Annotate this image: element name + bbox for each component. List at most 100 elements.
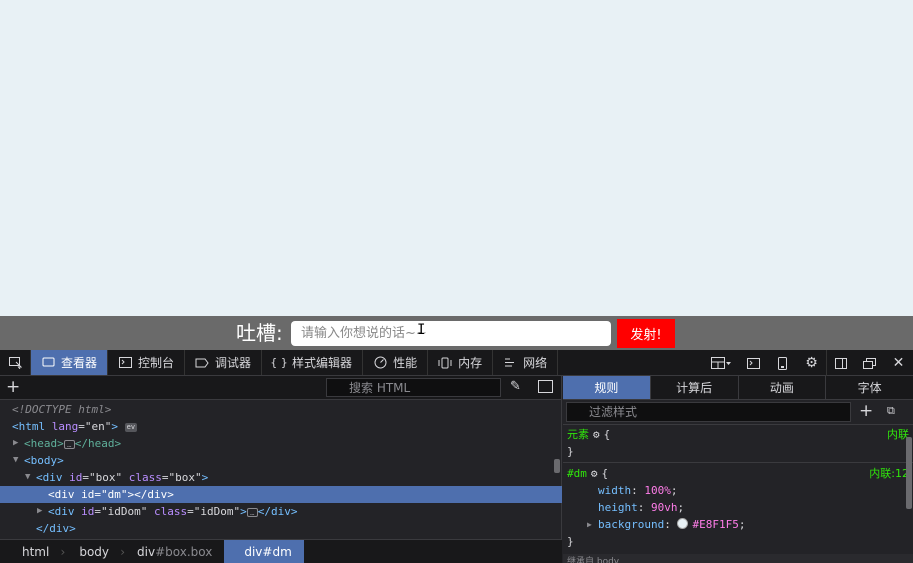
- tab-debugger[interactable]: 调试器: [185, 350, 263, 375]
- settings-button[interactable]: ⚙: [797, 350, 826, 376]
- expand-arrow-icon[interactable]: ▶: [37, 503, 45, 520]
- style-editor-icon: { }: [270, 356, 288, 369]
- rule-selector[interactable]: 元素: [567, 428, 589, 441]
- tree-node-div-close[interactable]: </div>: [0, 520, 562, 537]
- doctype-text: <!DOCTYPE html>: [12, 403, 112, 416]
- sidebar-tabs: 规则 计算后 动画 字体: [563, 376, 913, 400]
- breadcrumb-tag: html: [22, 544, 50, 559]
- separate-window-icon: [863, 357, 876, 369]
- eyedropper-icon[interactable]: ✎: [510, 379, 521, 394]
- breadcrumb-div-box[interactable]: div #box.box: [121, 540, 229, 563]
- tag-text: <html: [12, 420, 46, 433]
- breadcrumb-body[interactable]: body: [61, 540, 124, 563]
- tree-node-head[interactable]: ▶ <head>… </head>: [0, 435, 562, 452]
- tab-inspector[interactable]: 查看器: [31, 350, 109, 375]
- rule-declaration[interactable]: height: 90vh;: [563, 499, 913, 516]
- collapsed-badge[interactable]: …: [63, 439, 75, 449]
- tree-node-div-iddom[interactable]: ▶ <div id="idDom" class="idDom">… </div>: [0, 503, 562, 520]
- filter-styles-input[interactable]: [566, 402, 851, 422]
- tag-text: <div: [48, 505, 75, 518]
- rule-declaration[interactable]: ▶ background: #E8F1F5;: [563, 516, 913, 533]
- close-devtools-button[interactable]: ✕: [884, 350, 913, 376]
- rule-dm-header: #dm ⚙{ 内联:12: [563, 465, 913, 482]
- dock-side-button[interactable]: [826, 350, 855, 376]
- tab-style-editor[interactable]: { } 样式编辑器: [262, 350, 364, 375]
- collapsed-badge[interactable]: …: [246, 507, 258, 517]
- tab-memory[interactable]: 内存: [428, 350, 494, 375]
- rules-scrollbar[interactable]: [906, 437, 912, 509]
- gear-icon[interactable]: ⚙: [593, 426, 600, 443]
- tag-text: <head>: [24, 437, 64, 450]
- attr-name: id: [69, 471, 83, 484]
- property-name[interactable]: height: [598, 501, 638, 514]
- tab-computed[interactable]: 计算后: [651, 376, 739, 399]
- rule-selector[interactable]: #dm: [567, 467, 587, 480]
- tab-rules[interactable]: 规则: [563, 376, 651, 399]
- tag-text: <div: [36, 471, 63, 484]
- danmaku-input[interactable]: [291, 321, 611, 346]
- collapse-arrow-icon[interactable]: ▼: [25, 469, 33, 486]
- tab-label: 控制台: [138, 356, 175, 370]
- property-value[interactable]: #E8F1F5: [692, 518, 738, 531]
- tag-text: >: [111, 420, 118, 433]
- element-picker-button[interactable]: [0, 350, 31, 375]
- markup-scrollbar[interactable]: [554, 459, 560, 473]
- attr-value: "idDom": [101, 505, 148, 518]
- rule-declaration[interactable]: width: 100%;: [563, 482, 913, 499]
- tab-network[interactable]: 网络: [493, 350, 559, 375]
- property-value[interactable]: 90vh: [651, 501, 678, 514]
- tree-node-html[interactable]: <html lang="en"> ev: [0, 418, 562, 435]
- search-html-input[interactable]: [326, 378, 501, 397]
- performance-icon: [373, 356, 387, 369]
- tab-label: 调试器: [215, 356, 252, 370]
- tag-text: >: [201, 471, 209, 484]
- tree-node-doctype[interactable]: <!DOCTYPE html>: [0, 401, 562, 418]
- expand-arrow-icon[interactable]: ▶: [587, 516, 595, 533]
- tab-label: 性能: [393, 356, 418, 370]
- rule-source-link[interactable]: 内联:12: [869, 465, 909, 482]
- collapse-arrow-icon[interactable]: ▼: [13, 452, 21, 469]
- inherited-header: 继承自 body: [563, 554, 913, 563]
- responsive-design-button[interactable]: [768, 350, 797, 376]
- breadcrumb-selector: #box.box: [155, 544, 213, 559]
- add-rule-button[interactable]: +: [859, 402, 873, 420]
- toolbar-right-controls: ⚙ ✕: [703, 350, 913, 376]
- property-value[interactable]: 100%: [644, 484, 671, 497]
- tab-label: 网络: [523, 356, 548, 370]
- filter-row: ▽ + ⧉: [563, 400, 913, 425]
- expand-arrow-icon[interactable]: ▶: [13, 435, 21, 452]
- property-name[interactable]: width: [598, 484, 631, 497]
- tag-text: </div>: [36, 522, 76, 535]
- tab-animations[interactable]: 动画: [739, 376, 827, 399]
- tree-node-body[interactable]: ▼ <body>: [0, 452, 562, 469]
- breadcrumb-div-dm[interactable]: div #dm: [224, 540, 304, 563]
- danmaku-bar: 吐槽: 发射!: [0, 316, 913, 350]
- tag-text: </div>: [257, 505, 298, 518]
- gear-icon[interactable]: ⚙: [591, 465, 598, 482]
- markup-tree: <!DOCTYPE html> <html lang="en"> ev ▶ <h…: [0, 401, 562, 537]
- add-node-button[interactable]: +: [6, 378, 20, 396]
- gear-icon: ⚙: [805, 355, 818, 371]
- tree-node-div-dm[interactable]: <div id="dm"></div>: [0, 486, 562, 503]
- dock-side-icon: [835, 357, 847, 369]
- rule-divider: [563, 462, 913, 463]
- tab-performance[interactable]: 性能: [363, 350, 429, 375]
- event-badge[interactable]: ev: [124, 422, 138, 432]
- bar-label: 吐槽:: [236, 321, 283, 345]
- send-button[interactable]: 发射!: [617, 319, 675, 348]
- frame-select-button[interactable]: [703, 350, 739, 376]
- toggle-sidebar-icon[interactable]: [538, 380, 553, 393]
- tab-fonts[interactable]: 字体: [826, 376, 913, 399]
- separate-window-button[interactable]: [855, 350, 884, 376]
- network-icon: [503, 357, 517, 369]
- breadcrumb-html[interactable]: html: [0, 540, 66, 563]
- property-name[interactable]: background: [598, 518, 664, 531]
- attr-name: class: [153, 505, 188, 518]
- tree-node-div-box[interactable]: ▼ <div id="box" class="box">: [0, 469, 562, 486]
- tab-console[interactable]: 控制台: [108, 350, 186, 375]
- color-swatch[interactable]: [677, 518, 689, 529]
- pseudo-class-toggle-icon[interactable]: ⧉: [887, 404, 895, 418]
- breadcrumb-tag: body: [79, 544, 110, 559]
- element-picker-icon: [8, 356, 22, 369]
- split-console-button[interactable]: [739, 350, 768, 376]
